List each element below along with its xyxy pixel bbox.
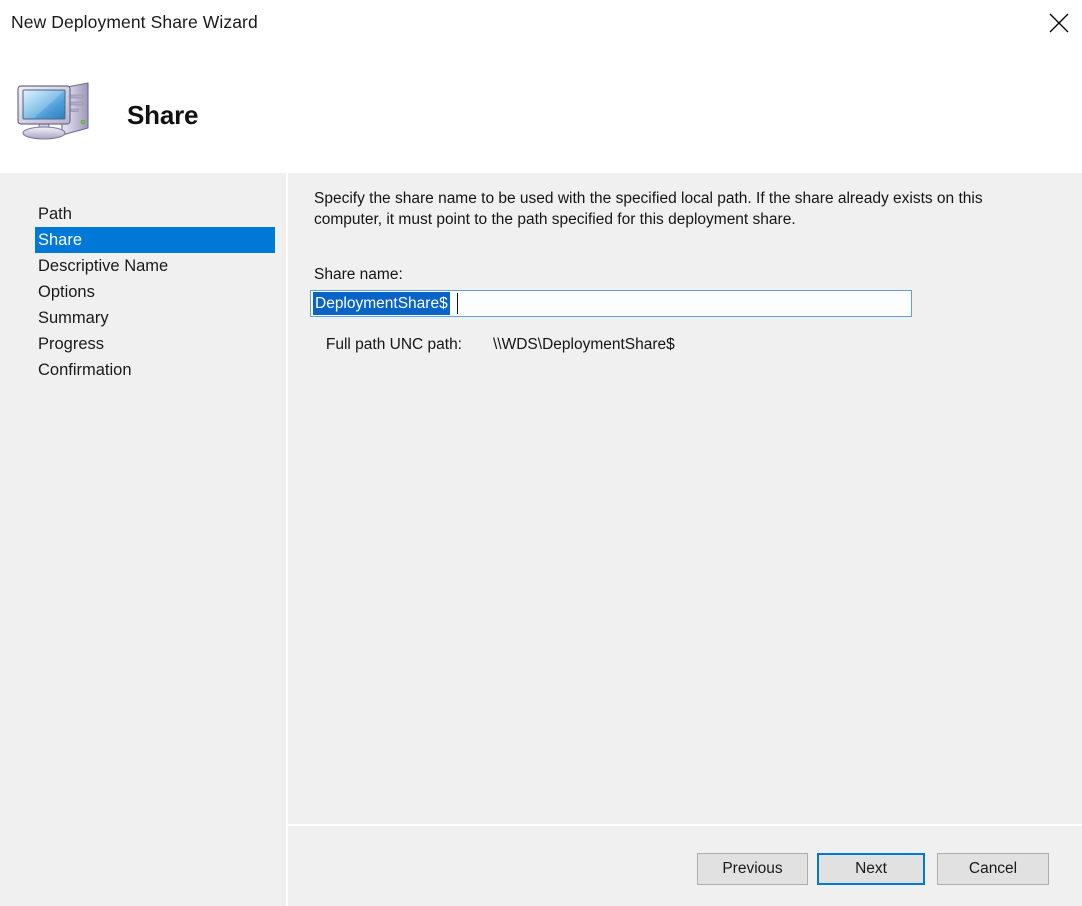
- wizard-dialog: New Deployment Share Wizard Share Path S…: [0, 0, 1082, 906]
- computer-icon: [14, 78, 98, 146]
- content-pane: Specify the share name to be used with t…: [288, 173, 1082, 824]
- window-title: New Deployment Share Wizard: [11, 12, 258, 32]
- close-button[interactable]: [1036, 0, 1082, 46]
- sidebar-item-path[interactable]: Path: [35, 201, 275, 227]
- sidebar-item-confirmation[interactable]: Confirmation: [35, 357, 275, 383]
- previous-button[interactable]: Previous: [697, 853, 808, 885]
- share-name-input-value: DeploymentShare$: [313, 292, 450, 315]
- next-button[interactable]: Next: [817, 853, 925, 885]
- sidebar-item-summary[interactable]: Summary: [35, 305, 275, 331]
- unc-path-row: Full path UNC path: \\WDS\DeploymentShare…: [314, 336, 1014, 354]
- wizard-steps-sidebar: Path Share Descriptive Name Options Summ…: [0, 173, 286, 906]
- unc-path-value: \\WDS\DeploymentShare$: [493, 336, 675, 353]
- page-title: Share: [127, 100, 199, 130]
- text-caret: [457, 293, 458, 314]
- sidebar-item-share[interactable]: Share: [35, 227, 275, 253]
- wizard-header: Share: [0, 46, 1082, 173]
- title-bar: New Deployment Share Wizard: [0, 0, 1082, 46]
- unc-path-label: Full path UNC path:: [325, 336, 462, 353]
- sidebar-item-progress[interactable]: Progress: [35, 331, 275, 357]
- sidebar-item-descriptive-name[interactable]: Descriptive Name: [35, 253, 275, 279]
- footer-bar: Previous Next Cancel: [288, 826, 1082, 906]
- cancel-button[interactable]: Cancel: [937, 853, 1049, 885]
- share-name-label: Share name:: [314, 266, 403, 283]
- share-name-input[interactable]: DeploymentShare$: [310, 290, 912, 317]
- description-text: Specify the share name to be used with t…: [314, 190, 983, 228]
- sidebar-item-options[interactable]: Options: [35, 279, 275, 305]
